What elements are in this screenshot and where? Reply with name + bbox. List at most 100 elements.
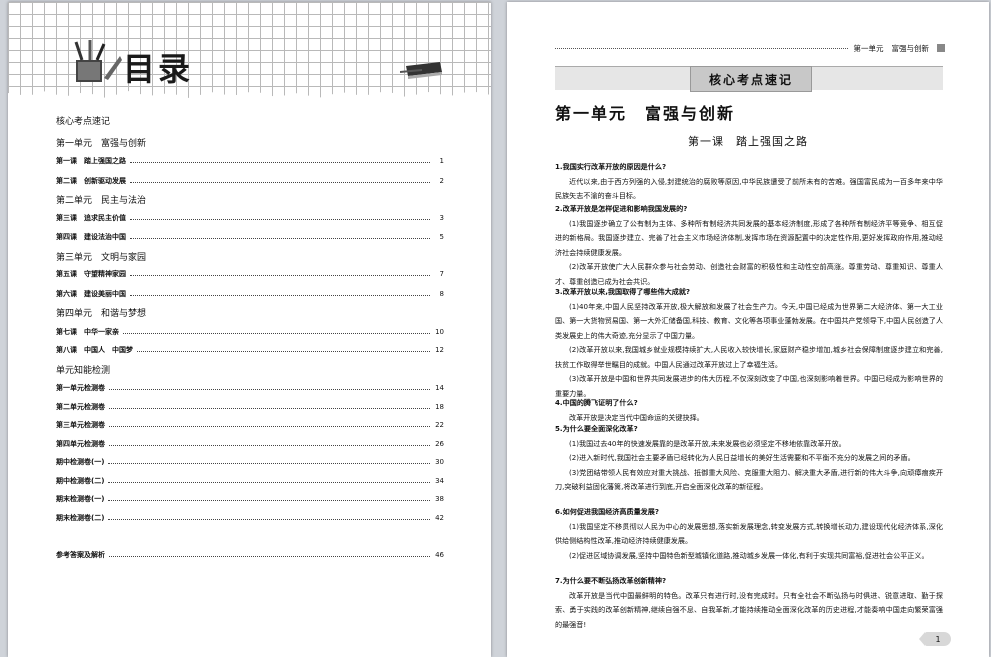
toc-entry-label: 第四单元检测卷 [56, 440, 105, 448]
toc-entry-label: 第六课 建设美丽中国 [56, 290, 126, 298]
leader-dots [555, 47, 848, 49]
running-head-subtitle: 富强与创新 [891, 43, 930, 53]
unit-title: 第一单元 富强与创新 [555, 104, 736, 123]
toc-entry-page: 8 [439, 290, 444, 298]
leader-dots [109, 444, 430, 446]
qa-block: 2.改革开放是怎样促进和影响我国发展的? (1)我国逐步确立了公有制为主体、多种… [555, 202, 943, 289]
toc-tests-heading: 单元知能检测 [56, 366, 111, 376]
question: 6.如何促进我国经济高质量发展? [555, 507, 659, 516]
answer: (3)党团结带领人民有效应对重大挑战、抵御重大风险、克服重大阻力、解决重大矛盾,… [555, 467, 943, 492]
toc-entry-label: 第四课 建设法治中国 [56, 233, 126, 241]
leader-dots [108, 499, 430, 501]
toc-entry-page: 14 [435, 384, 444, 392]
leader-dots [130, 218, 430, 220]
toc-entry-page: 18 [435, 403, 444, 411]
toc-unit-heading: 第三单元 文明与家园 [56, 253, 147, 263]
leader-dots [108, 462, 430, 464]
torn-edge [8, 91, 491, 101]
toc-entry[interactable]: 第五课 守望精神家园 7 [56, 269, 444, 279]
toc-core-heading: 核心考点速记 [56, 117, 111, 127]
running-head-unit: 第一单元 [853, 43, 884, 53]
answer: (2)进入新时代,我国社会主要矛盾已经转化为人民日益增长的美好生活需要和不平衡不… [569, 453, 915, 462]
leader-dots [130, 294, 430, 296]
leader-dots [130, 237, 430, 239]
toc-entry[interactable]: 第四课 建设法治中国 5 [56, 232, 444, 242]
section-banner: 核心考点速记 [555, 66, 943, 92]
page-number: 1 [919, 632, 951, 646]
leader-dots [108, 518, 430, 520]
toc-entry-label: 第二课 创新驱动发展 [56, 177, 126, 185]
qa-block: 4.中国的腾飞证明了什么? 改革开放是决定当代中国命运的关键抉择。 [555, 396, 943, 425]
toc-entry-answers[interactable]: 参考答案及解析 46 [56, 550, 444, 560]
leader-dots [130, 181, 430, 183]
lesson-title: 第一课 踏上强国之路 [688, 135, 808, 148]
toc-entry-page: 26 [435, 440, 444, 448]
running-head: 第一单元 富强与创新 [555, 42, 945, 54]
content-page: 第一单元 富强与创新 核心考点速记 第一单元 富强与创新 第一课 踏上强国之路 … [507, 2, 989, 657]
toc-entry-label: 第八课 中国人 中国梦 [56, 346, 133, 354]
toc-entry-label: 期末检测卷(二) [56, 514, 105, 522]
toc-unit-heading: 第二单元 民主与法治 [56, 196, 147, 206]
toc-entry[interactable]: 第三单元检测卷 22 [56, 420, 444, 430]
toc-entry[interactable]: 期中检测卷(一) 30 [56, 457, 444, 467]
toc-entry-page: 1 [439, 157, 444, 165]
toc-entry[interactable]: 第一单元检测卷 14 [56, 383, 444, 393]
toc-entry-page: 10 [435, 328, 444, 336]
toc-entry[interactable]: 第二课 创新驱动发展 2 [56, 176, 444, 186]
toc-entry-label: 第三单元检测卷 [56, 421, 105, 429]
toc-entry-page: 30 [435, 458, 444, 466]
answer: (2)改革开放以来,我国城乡就业规模持续扩大,人民收入较快增长,家庭财产稳步增加… [555, 345, 943, 369]
toc-entry-label: 第三课 追求民主价值 [56, 214, 126, 222]
toc-entry-page: 3 [439, 214, 444, 222]
pencil-cup-icon [74, 40, 122, 82]
toc-page: 目录 核心考点速记 第一单元 富强与创新 第一课 踏上强国之路 1 第二课 创新驱… [8, 2, 491, 657]
toc-entry-label: 期中检测卷(二) [56, 477, 105, 485]
leader-dots [130, 274, 430, 276]
toc-entry[interactable]: 第一课 踏上强国之路 1 [56, 156, 444, 166]
toc-entry-page: 12 [435, 346, 444, 354]
toc-entry[interactable]: 第七课 中华一家亲 10 [56, 327, 444, 337]
toc-entry-page: 5 [439, 233, 444, 241]
toc-entry-page: 7 [439, 270, 444, 278]
toc-entry-page: 34 [435, 477, 444, 485]
toc-entry[interactable]: 期中检测卷(二) 34 [56, 476, 444, 486]
leader-dots [109, 425, 430, 427]
leader-dots [109, 407, 430, 409]
answer: 近代以来,由于西方列强的入侵,封建统治的腐败等原因,中华民族遭受了前所未有的苦难… [555, 176, 943, 201]
answer: (1)我国过去40年的快速发展靠的是改革开放,未来发展也必须坚定不移地依靠改革开… [569, 438, 846, 448]
toc-entry-page: 38 [435, 495, 444, 503]
toc-entry-label: 第一单元检测卷 [56, 384, 105, 392]
question: 1.我国实行改革开放的原因是什么? [555, 162, 667, 171]
qa-block: 7.为什么要不断弘扬改革创新精神? 改革开放是当代中国最鲜明的特色。改革只有进行… [555, 574, 943, 632]
toc-entry-page: 22 [435, 421, 444, 429]
book-icon [400, 62, 442, 79]
square-marker-icon [937, 44, 945, 52]
qa-block: 3.改革开放以来,我国取得了哪些伟大成就? (1)40年来,中国人民坚持改革开放… [555, 285, 943, 401]
qa-block: 5.为什么要全面深化改革? (1)我国过去40年的快速发展靠的是改革开放,未来发… [555, 422, 943, 495]
toc-entry-label: 第一课 踏上强国之路 [56, 157, 126, 165]
toc-entry[interactable]: 第三课 追求民主价值 3 [56, 213, 444, 223]
toc-entry[interactable]: 第四单元检测卷 26 [56, 439, 444, 449]
toc-entry-label: 第二单元检测卷 [56, 403, 105, 411]
toc-entry-label: 期末检测卷(一) [56, 495, 105, 503]
leader-dots [109, 555, 430, 557]
banner-tab: 核心考点速记 [690, 66, 812, 92]
toc-entry[interactable]: 期末检测卷(二) 42 [56, 513, 444, 523]
answer: 改革开放是当代中国最鲜明的特色。改革只有进行时,没有完成时。只有全社会不断弘扬与… [555, 590, 943, 629]
toc-entry[interactable]: 第八课 中国人 中国梦 12 [56, 345, 444, 355]
answer: (2)促进区域协调发展,坚持中国特色新型城镇化道路,推动城乡发展一体化,有利于实… [569, 550, 929, 560]
toc-entry[interactable]: 第六课 建设美丽中国 8 [56, 289, 444, 299]
toc-entry[interactable]: 期末检测卷(一) 38 [56, 494, 444, 504]
leader-dots [137, 350, 430, 352]
qa-block: 6.如何促进我国经济高质量发展? (1)我国坚定不移贯彻以人民为中心的发展思想,… [555, 505, 943, 563]
toc-entry-label: 期中检测卷(一) [56, 458, 105, 466]
toc-entry-page: 46 [435, 551, 444, 559]
toc-unit-heading: 第一单元 富强与创新 [56, 139, 147, 149]
question: 4.中国的腾飞证明了什么? [555, 398, 638, 407]
answer: (1)我国逐步确立了公有制为主体、多种所有制经济共同发展的基本经济制度,形成了各… [555, 218, 943, 257]
question: 3.改革开放以来,我国取得了哪些伟大成就? [555, 287, 691, 296]
leader-dots [108, 481, 430, 483]
toc-unit-heading: 第四单元 和谐与梦想 [56, 309, 147, 319]
leader-dots [109, 388, 430, 390]
toc-entry[interactable]: 第二单元检测卷 18 [56, 402, 444, 412]
